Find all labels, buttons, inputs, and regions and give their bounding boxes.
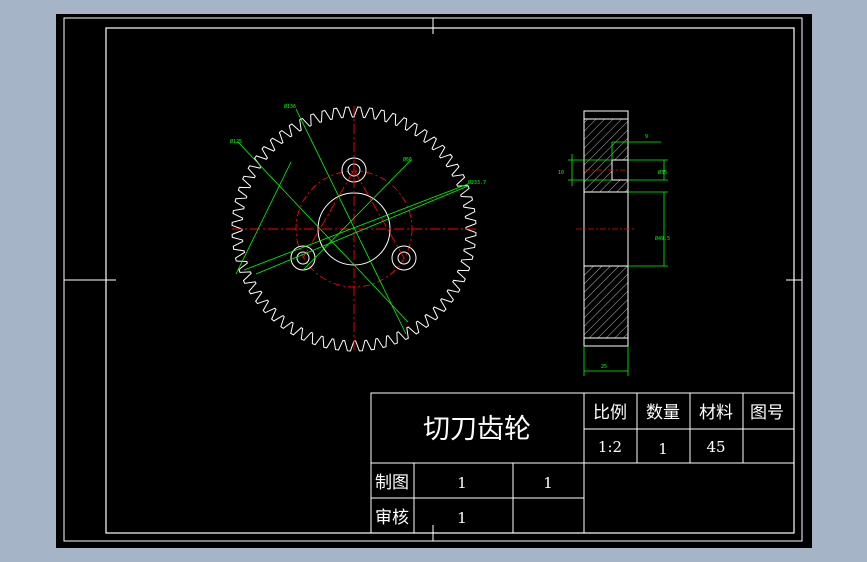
drawn-by-value: 1	[457, 474, 467, 492]
header-material: 材料	[699, 403, 733, 423]
gear-center-lines	[232, 106, 476, 352]
lower-section	[583, 265, 629, 339]
header-scale: 比例	[593, 403, 627, 423]
drawing-canvas: Ø125 Ø136 Ø66 Ø233.7 9 10 Ø35 Ø49.5 25 切…	[63, 17, 803, 542]
dim-label-3: Ø66	[403, 156, 412, 163]
checked-by-value: 1	[457, 509, 467, 527]
header-drawing-no: 图号	[750, 403, 784, 423]
side-dim-left: 10	[558, 170, 564, 176]
bolt-holes	[290, 157, 417, 271]
inner-frame	[105, 27, 795, 534]
dim-label-1: Ø125	[230, 138, 242, 145]
gear-front-view: Ø125 Ø136 Ø66 Ø233.7	[230, 103, 486, 352]
side-dim-top: 9	[645, 134, 648, 140]
value-material: 45	[706, 438, 725, 456]
gear-side-view: 9 10 Ø35 Ø49.5 25	[558, 110, 670, 376]
drawn-by-label: 制图	[375, 473, 409, 493]
dim-label-4: Ø233.7	[468, 179, 486, 186]
top-tooth-end	[583, 110, 629, 120]
gear-dimension-leaders	[235, 108, 469, 335]
title-block: 切刀齿轮 比例 数量 材料 图号 1:2 1 45 制图 1 1 审核 1	[370, 392, 795, 534]
side-dim-right-2: Ø49.5	[655, 235, 670, 242]
dim-label-2: Ø136	[284, 103, 296, 110]
upper-section	[583, 118, 629, 193]
checked-by-label: 审核	[375, 508, 409, 528]
drawing-sheet: Ø125 Ø136 Ø66 Ø233.7 9 10 Ø35 Ø49.5 25 切…	[56, 14, 812, 548]
drawn-extra-value: 1	[543, 474, 553, 492]
header-quantity: 数量	[646, 403, 680, 423]
bottom-tooth-end	[583, 337, 629, 347]
value-scale: 1:2	[598, 438, 622, 456]
part-name: 切刀齿轮	[423, 414, 531, 445]
value-quantity: 1	[658, 440, 668, 458]
side-dim-width: 25	[601, 364, 607, 370]
side-dim-right-1: Ø35	[658, 169, 667, 176]
